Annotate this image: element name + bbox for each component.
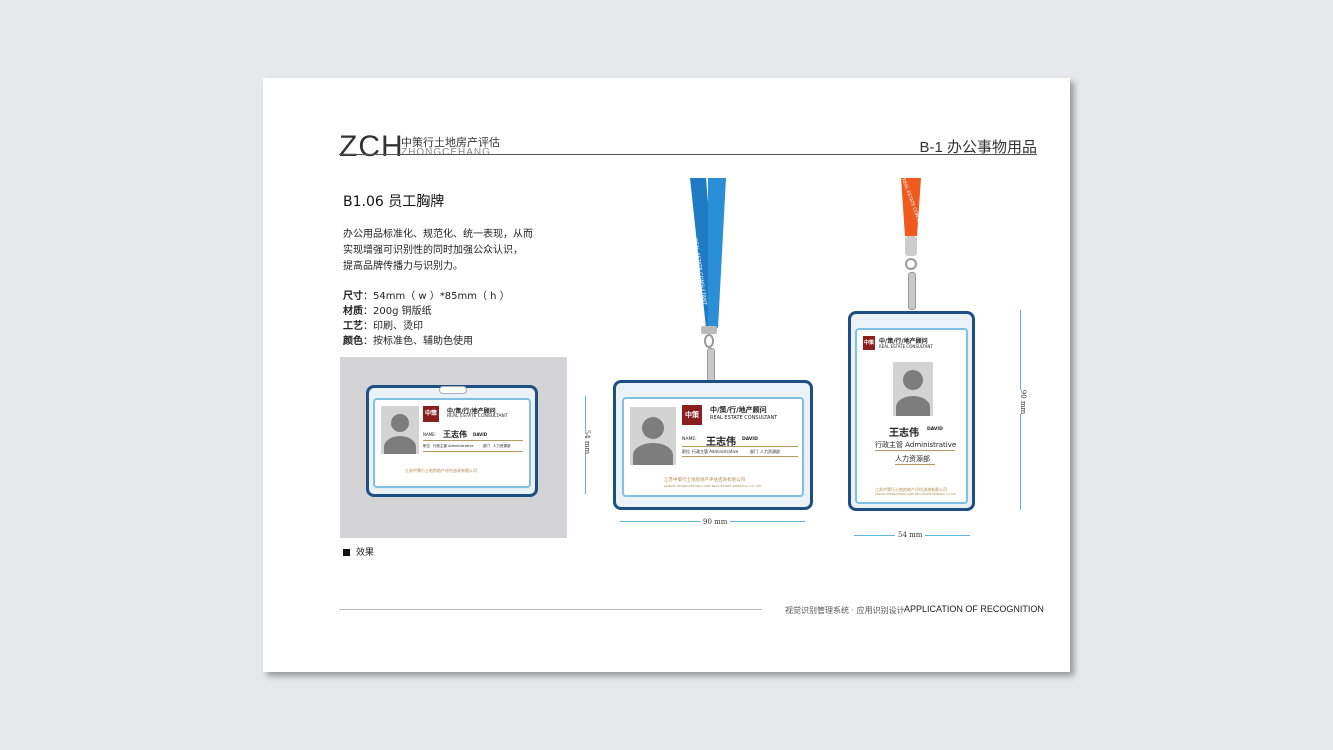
employee-name-en: DAVID xyxy=(473,432,488,437)
lanyard-ring xyxy=(905,258,917,270)
description-line: 办公用品标准化、规范化、统一表现，从而 xyxy=(343,229,533,240)
description: 办公用品标准化、规范化、统一表现，从而 实现增强可识别性的同时加强公众认识， 提… xyxy=(343,227,543,275)
vertical-card: 中策行 中/策/行/地产顾问 REAL ESTATE CONSULTANT 王志… xyxy=(855,328,968,504)
dept: 人力资源部 xyxy=(493,444,511,448)
orange-lanyard: REAL ESTATE CONSULTANT xyxy=(900,178,926,238)
bullet-square xyxy=(343,549,350,556)
dept-label: 部门 xyxy=(483,444,490,448)
blue-lanyard: REAL ESTATE CONSULTANT xyxy=(690,178,726,330)
lanyard-clip xyxy=(905,236,917,256)
position: 行政主管 Administrative xyxy=(692,449,739,454)
footer-divider xyxy=(339,609,762,610)
seal-logo: 中策行 xyxy=(682,405,702,425)
employee-name-en: DAVID xyxy=(927,427,943,432)
section-title: B-1 办公事物用品 xyxy=(919,139,1037,156)
spec-item: 尺寸：54mm（ w ）*85mm（ h ） xyxy=(343,291,510,302)
footer-cn: 视觉识别管理系统 · 应用识别设计 xyxy=(785,606,905,615)
footer-company: 江苏中策行土地房地产评估咨询有限公司 xyxy=(664,478,745,483)
company-name: 中/策/行/地产顾问 xyxy=(710,406,767,414)
employee-name-en: DAVID xyxy=(742,437,758,442)
effect-badge: 中策行 中/策/行/地产顾问 REAL ESTATE CONSULTANT NA… xyxy=(366,385,538,497)
effect-caption: 效果 xyxy=(343,545,374,558)
effect-photo: 中策行 中/策/行/地产顾问 REAL ESTATE CONSULTANT NA… xyxy=(340,357,567,538)
brand-logo: ZCH xyxy=(339,130,404,163)
effect-card: 中策行 中/策/行/地产顾问 REAL ESTATE CONSULTANT NA… xyxy=(373,398,531,488)
height-dimension: 90 mm xyxy=(1019,389,1028,415)
company-en: REAL ESTATE CONSULTANT xyxy=(447,414,508,419)
width-dimension: 90 mm xyxy=(700,518,731,526)
company-en: REAL ESTATE CONSULTANT xyxy=(710,415,778,421)
position: 行政主管 Administrative xyxy=(433,444,474,448)
photo-placeholder xyxy=(381,406,419,454)
brochure-page: ZCH 中策行土地房产评估 ZHONGCEHANG B-1 办公事物用品 B1.… xyxy=(263,78,1070,672)
position-label: 职位 xyxy=(682,449,690,454)
lanyard-ring xyxy=(704,334,714,348)
width-dimension: 54 mm xyxy=(895,531,926,539)
vertical-badge: 中策行 中/策/行/地产顾问 REAL ESTATE CONSULTANT 王志… xyxy=(848,311,975,511)
lanyard-hook xyxy=(908,272,916,310)
footer-company-en: JIANGSU ZHONGCEHANG LAND REAL ESTATE APP… xyxy=(875,493,957,496)
dept-label: 部门 xyxy=(750,449,758,454)
dept: 人力资源部 xyxy=(760,449,780,454)
lanyard-clip xyxy=(701,326,717,334)
employee-name: 王志伟 xyxy=(889,428,919,439)
horizontal-card: 中策行 中/策/行/地产顾问 REAL ESTATE CONSULTANT NA… xyxy=(622,397,804,497)
spec-item: 颜色：按标准色、辅助色使用 xyxy=(343,336,473,347)
footer-company: 江苏中策行土地房地产评估咨询有限公司 xyxy=(405,468,477,473)
spec-item: 材质：200g 铜版纸 xyxy=(343,306,432,317)
photo-placeholder xyxy=(893,362,933,416)
employee-name: 王志伟 xyxy=(443,430,467,439)
footer-company-en: JIANGSU ZHONGCEHANG LAND REAL ESTATE APP… xyxy=(664,484,762,488)
description-line: 提高品牌传播力与识别力。 xyxy=(343,261,463,272)
vertical-title: 行政主管 Administrative xyxy=(875,441,957,449)
horizontal-badge: 中策行 中/策/行/地产顾问 REAL ESTATE CONSULTANT NA… xyxy=(613,380,813,510)
brand-name-en: ZHONGCEHANG xyxy=(401,147,491,158)
badge-slot xyxy=(439,386,467,394)
company-en: REAL ESTATE CONSULTANT xyxy=(879,344,933,349)
seal-logo: 中策行 xyxy=(863,336,875,350)
seal-logo: 中策行 xyxy=(423,406,439,422)
name-prefix: NAME: xyxy=(423,432,437,437)
position-label: 职位 xyxy=(423,444,430,448)
spec-list: 尺寸：54mm（ w ）*85mm（ h ） 材质：200g 铜版纸 工艺：印刷… xyxy=(343,289,510,349)
description-line: 实现增强可识别性的同时加强公众认识， xyxy=(343,245,523,256)
photo-placeholder xyxy=(630,407,676,465)
height-dimension: 54 mm xyxy=(583,429,592,455)
vertical-dept: 人力资源部 xyxy=(895,455,930,463)
spec-item: 工艺：印刷、烫印 xyxy=(343,321,423,332)
name-prefix: NAME: xyxy=(682,437,697,442)
footer-en: APPLICATION OF RECOGNITION xyxy=(904,604,1044,614)
lanyard-hook xyxy=(707,348,715,382)
page-title: B1.06 员工胸牌 xyxy=(343,194,445,210)
